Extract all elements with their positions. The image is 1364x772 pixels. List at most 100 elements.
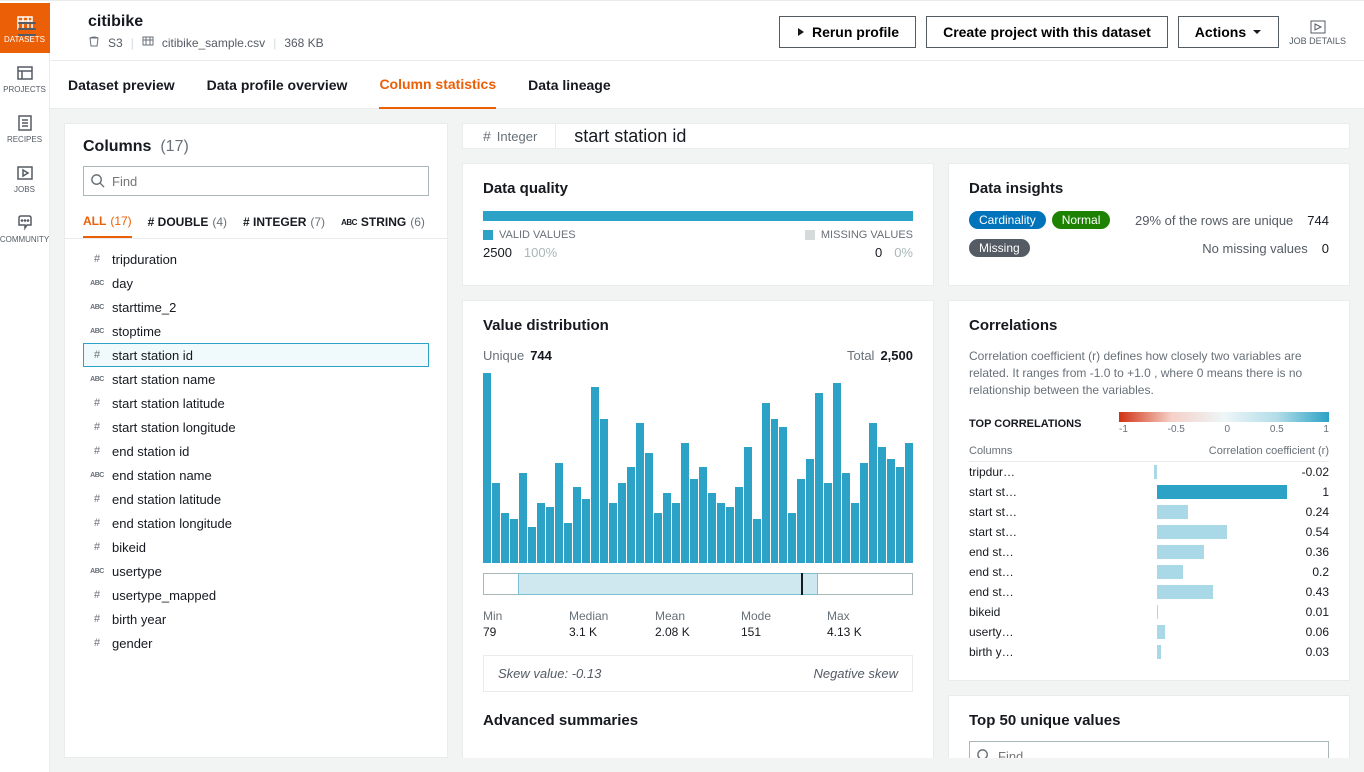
nav-projects[interactable]: PROJECTS: [0, 53, 50, 103]
column-item[interactable]: #birth year: [83, 607, 429, 631]
column-item[interactable]: ABCend station name: [83, 463, 429, 487]
data-quality-panel: Data quality VALID VALUES MISSING VALUES…: [462, 163, 934, 286]
corr-title: Correlations: [969, 317, 1329, 334]
histogram-bar: [762, 403, 770, 563]
histogram-bar: [887, 459, 895, 563]
insight-row: MissingNo missing values0: [969, 239, 1329, 257]
histogram-bar: [645, 453, 653, 563]
create-project-button[interactable]: Create project with this dataset: [926, 16, 1168, 48]
column-item[interactable]: #usertype_mapped: [83, 583, 429, 607]
tab-dataset-preview[interactable]: Dataset preview: [68, 61, 175, 109]
rerun-profile-button[interactable]: Rerun profile: [779, 16, 916, 48]
menu-icon[interactable]: [18, 22, 36, 36]
column-item[interactable]: #gender: [83, 631, 429, 655]
correlation-row: userty…0.06: [969, 622, 1329, 642]
boxplot[interactable]: [483, 573, 913, 595]
histogram-bar: [627, 467, 635, 563]
tab-bar: Dataset preview Data profile overview Colu…: [50, 61, 1364, 109]
histogram-bar: [681, 443, 689, 563]
histogram-bar: [771, 419, 779, 563]
correlation-row: end st…0.43: [969, 582, 1329, 602]
column-item[interactable]: #start station longitude: [83, 415, 429, 439]
correlation-row: start st…0.54: [969, 522, 1329, 542]
top50-search-input[interactable]: [969, 741, 1329, 758]
column-item[interactable]: #tripduration: [83, 247, 429, 271]
column-header-panel: #Integer start station id: [462, 123, 1350, 149]
type-tab-string[interactable]: ABC STRING (6): [341, 206, 425, 238]
skew-type: Negative skew: [813, 666, 898, 681]
column-item[interactable]: ABCstoptime: [83, 319, 429, 343]
histogram-bar: [896, 467, 904, 563]
column-item[interactable]: ABCday: [83, 271, 429, 295]
histogram-bar: [636, 423, 644, 563]
histogram-bar: [528, 527, 536, 563]
column-item[interactable]: ABCstart station name: [83, 367, 429, 391]
tab-column-statistics[interactable]: Column statistics: [379, 61, 496, 109]
histogram-bar: [510, 519, 518, 563]
column-item[interactable]: ABCusertype: [83, 559, 429, 583]
top50-title: Top 50 unique values: [969, 712, 1329, 729]
nav-recipes[interactable]: RECIPES: [0, 103, 50, 153]
dist-title: Value distribution: [483, 317, 913, 334]
search-icon: [976, 748, 991, 758]
column-item[interactable]: #start station latitude: [83, 391, 429, 415]
type-tab-double[interactable]: # DOUBLE (4): [148, 206, 227, 238]
tab-data-profile-overview[interactable]: Data profile overview: [207, 61, 348, 109]
histogram-bar: [753, 519, 761, 563]
histogram-bar: [869, 423, 877, 563]
valid-pct: 100%: [524, 245, 557, 260]
histogram-bar: [672, 503, 680, 563]
correlation-row: start st…1: [969, 482, 1329, 502]
histogram-bar: [483, 373, 491, 563]
stat-max: Max4.13 K: [827, 609, 913, 639]
tab-data-lineage[interactable]: Data lineage: [528, 61, 610, 109]
columns-panel: Columns (17) ALL (17)# DOUBLE (4)# INTEG…: [64, 123, 448, 758]
job-details-button[interactable]: JOB DETAILS: [1289, 18, 1346, 46]
column-item[interactable]: #end station longitude: [83, 511, 429, 535]
top-correlations-label: TOP CORRELATIONS: [969, 418, 1081, 430]
type-tab-all[interactable]: ALL (17): [83, 206, 132, 238]
column-item[interactable]: #end station id: [83, 439, 429, 463]
correlation-row: tripdur…-0.02: [969, 462, 1329, 482]
histogram-bar: [726, 507, 734, 563]
correlations-panel: Correlations Correlation coefficient (r)…: [948, 300, 1350, 681]
histogram-bar: [735, 487, 743, 563]
column-item[interactable]: #end station latitude: [83, 487, 429, 511]
histogram-bar: [501, 513, 509, 563]
histogram-bar: [555, 463, 563, 563]
nav-jobs[interactable]: JOBS: [0, 153, 50, 203]
data-insights-panel: Data insights CardinalityNormal29% of th…: [948, 163, 1350, 286]
correlation-row: bikeid0.01: [969, 602, 1329, 622]
skew-value: Skew value: -0.13: [498, 666, 601, 681]
histogram-bar: [788, 513, 796, 563]
histogram-bar: [609, 503, 617, 563]
stat-min: Min79: [483, 609, 569, 639]
column-item[interactable]: #bikeid: [83, 535, 429, 559]
histogram-bar: [600, 419, 608, 563]
histogram-bar: [582, 499, 590, 563]
histogram-bar: [573, 487, 581, 563]
nav-community[interactable]: COMMUNITY: [0, 203, 50, 253]
histogram-bar: [519, 473, 527, 563]
histogram-bar: [564, 523, 572, 563]
left-nav: DATASETSPROJECTSRECIPESJOBSCOMMUNITY: [0, 3, 50, 772]
histogram-bar: [744, 447, 752, 563]
column-item[interactable]: #start station id: [83, 343, 429, 367]
missing-pct: 0%: [894, 245, 913, 260]
stat-mean: Mean2.08 K: [655, 609, 741, 639]
insight-row: CardinalityNormal29% of the rows are uni…: [969, 211, 1329, 229]
dataset-title: citibike: [88, 13, 324, 31]
histogram-chart: [483, 373, 913, 563]
histogram-bar: [797, 479, 805, 563]
histogram-bar: [824, 483, 832, 563]
type-tab-integer[interactable]: # INTEGER (7): [243, 206, 325, 238]
actions-button[interactable]: Actions: [1178, 16, 1279, 48]
columns-title: Columns: [83, 138, 151, 155]
histogram-bar: [717, 503, 725, 563]
correlation-row: end st…0.36: [969, 542, 1329, 562]
columns-search-input[interactable]: [83, 166, 429, 196]
source-label: S3: [108, 36, 123, 50]
column-item[interactable]: ABCstarttime_2: [83, 295, 429, 319]
stat-median: Median3.1 K: [569, 609, 655, 639]
histogram-bar: [618, 483, 626, 563]
